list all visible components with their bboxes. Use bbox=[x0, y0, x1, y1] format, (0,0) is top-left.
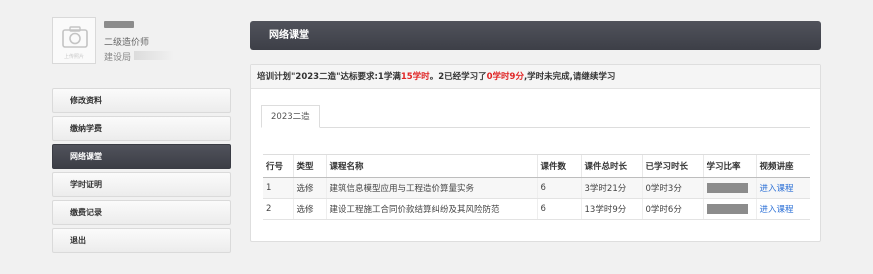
learned-duration: 0学时3分 bbox=[641, 177, 703, 199]
nav-item-pay-tuition[interactable]: 缴纳学费 bbox=[52, 116, 231, 141]
study-ratio bbox=[702, 198, 756, 220]
notice-required-hours: 15学时 bbox=[400, 72, 430, 82]
row-number: 2 bbox=[263, 198, 293, 220]
course-name: 建设工程施工合同价款结算纠纷及其风险防范 bbox=[325, 198, 537, 220]
nav-item-edit-profile[interactable]: 修改资料 bbox=[52, 88, 231, 113]
study-ratio bbox=[702, 177, 756, 199]
study-ratio-bar bbox=[706, 182, 748, 193]
nav-item-payment-records[interactable]: 缴费记录 bbox=[52, 200, 231, 225]
col-total-duration: 课件总时长 bbox=[580, 154, 642, 178]
total-duration: 3学时21分 bbox=[580, 177, 642, 199]
learned-duration: 0学时6分 bbox=[641, 198, 703, 220]
enter-course-link[interactable]: 进入课程 bbox=[760, 205, 794, 215]
user-profile: 上传照片 二级造价师 建设局 bbox=[52, 17, 232, 67]
col-courseware-count: 课件数 bbox=[536, 154, 581, 178]
avatar-caption: 上传照片 bbox=[63, 54, 84, 60]
camera-icon bbox=[62, 26, 88, 48]
col-type: 类型 bbox=[292, 154, 326, 178]
avatar-upload[interactable]: 上传照片 bbox=[52, 17, 96, 64]
table-header-row: 行号 类型 课程名称 课件数 课件总时长 已学习时长 学习比率 视频讲座 bbox=[263, 154, 810, 178]
col-study-ratio: 学习比率 bbox=[702, 154, 756, 178]
enter-course-link[interactable]: 进入课程 bbox=[760, 184, 794, 194]
course-table: 行号 类型 课程名称 课件数 课件总时长 已学习时长 学习比率 视频讲座 1 选… bbox=[263, 154, 810, 220]
notice-learned-hours: 0学时9分 bbox=[486, 72, 524, 82]
nav-item-online-classroom[interactable]: 网络课堂 bbox=[52, 144, 231, 169]
course-type: 选修 bbox=[292, 198, 326, 220]
notice-middle: 。2已经学习了 bbox=[429, 72, 487, 82]
user-org: 建设局 bbox=[104, 53, 132, 63]
nav-item-hours-certificate[interactable]: 学时证明 bbox=[52, 172, 231, 197]
tab-2023[interactable]: 2023二造 bbox=[261, 105, 320, 128]
user-title: 二级造价师 bbox=[104, 38, 150, 48]
video-lecture: 进入课程 bbox=[755, 177, 810, 199]
nav-item-logout[interactable]: 退出 bbox=[52, 228, 231, 253]
page-title: 网络课堂 bbox=[250, 21, 821, 50]
training-notice: 培训计划"2023二造"达标要求:1学满15学时。2已经学习了0学时9分,学时未… bbox=[251, 65, 820, 89]
table-row: 2 选修 建设工程施工合同价款结算纠纷及其风险防范 6 13学时9分 0学时6分… bbox=[263, 198, 810, 220]
col-row-number: 行号 bbox=[263, 154, 293, 178]
course-type: 选修 bbox=[292, 177, 326, 199]
col-course-name: 课程名称 bbox=[325, 154, 537, 178]
plan-tabs: 2023二造 bbox=[261, 105, 810, 128]
course-panel: 培训计划"2023二造"达标要求:1学满15学时。2已经学习了0学时9分,学时未… bbox=[250, 64, 821, 242]
courseware-count: 6 bbox=[536, 198, 581, 220]
courseware-count: 6 bbox=[536, 177, 581, 199]
sidebar-nav: 修改资料 缴纳学费 网络课堂 学时证明 缴费记录 退出 bbox=[52, 88, 231, 256]
col-video-lecture: 视频讲座 bbox=[755, 154, 810, 178]
course-name: 建筑信息模型应用与工程造价算量实务 bbox=[325, 177, 537, 199]
study-ratio-bar bbox=[706, 203, 748, 214]
user-org-redaction bbox=[134, 51, 174, 60]
total-duration: 13学时9分 bbox=[580, 198, 642, 220]
notice-suffix: ,学时未完成,请继续学习 bbox=[523, 72, 616, 82]
col-learned-duration: 已学习时长 bbox=[641, 154, 703, 178]
user-name-redacted bbox=[104, 21, 134, 28]
notice-prefix: 培训计划"2023二造"达标要求:1学满 bbox=[257, 72, 401, 82]
row-number: 1 bbox=[263, 177, 293, 199]
video-lecture: 进入课程 bbox=[755, 198, 810, 220]
table-row: 1 选修 建筑信息模型应用与工程造价算量实务 6 3学时21分 0学时3分 进入… bbox=[263, 177, 810, 199]
